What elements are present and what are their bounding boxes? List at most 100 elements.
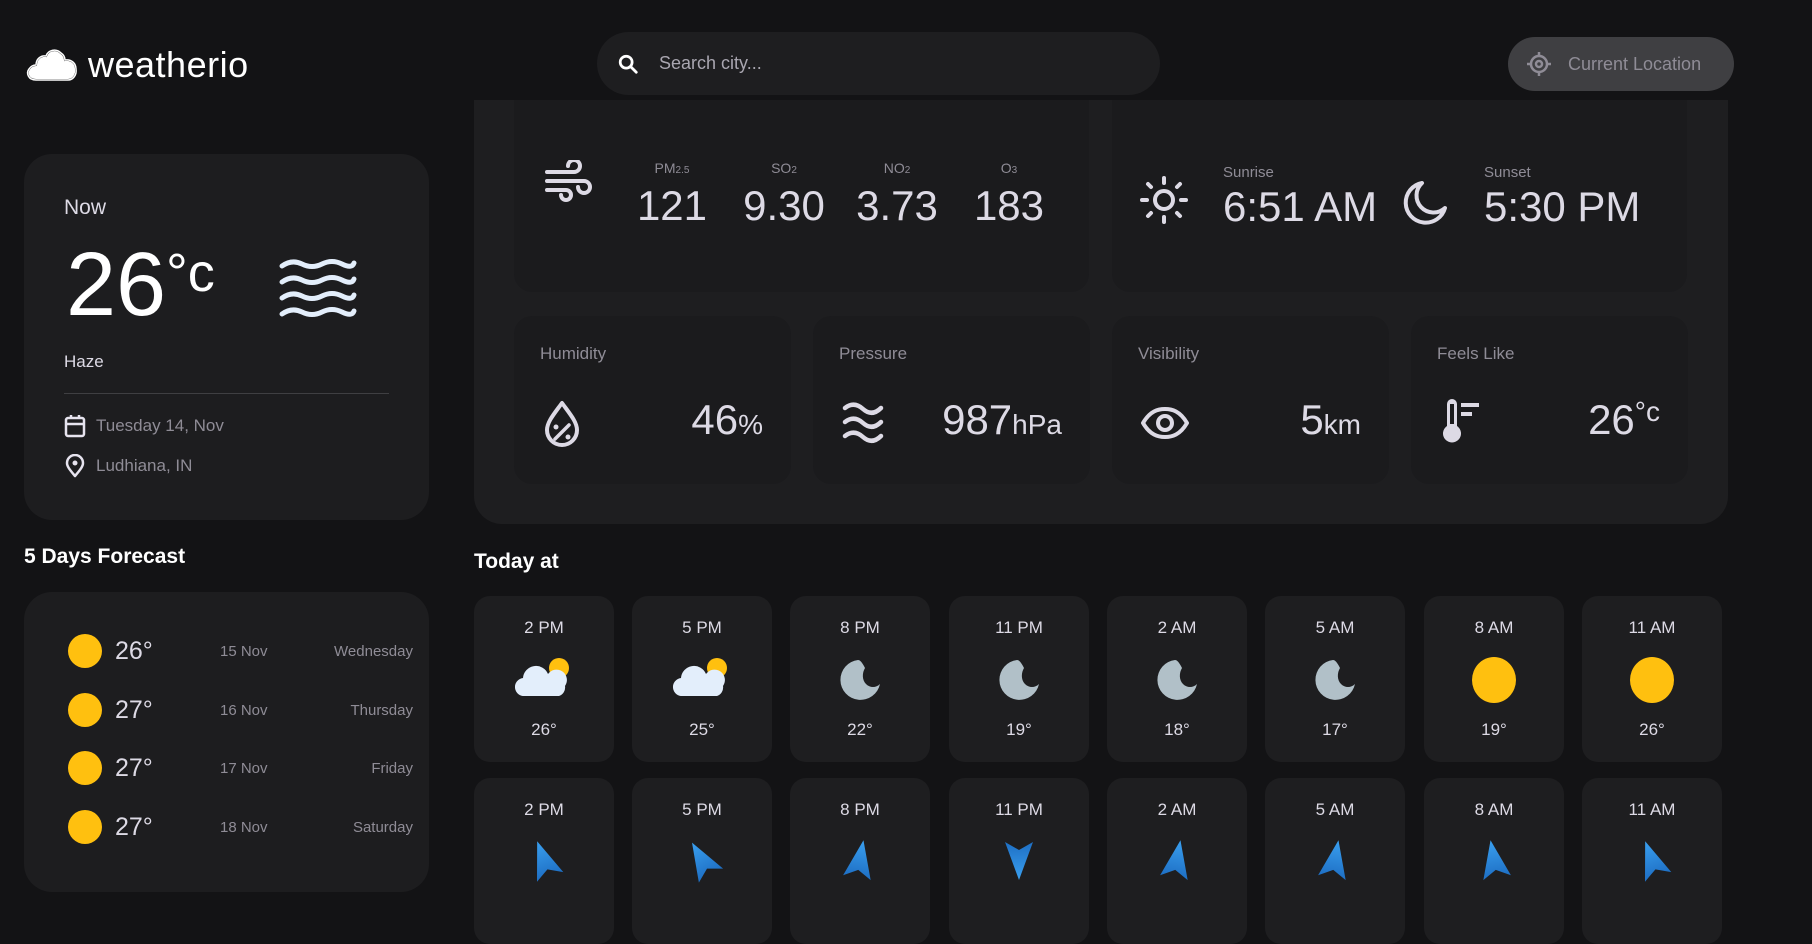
current-location-button[interactable]: Current Location <box>1508 37 1734 91</box>
search-input[interactable] <box>659 53 1119 74</box>
forecast-row: 27° 17 Nov Friday <box>68 748 413 788</box>
hourly-card: 5 AM 17° <box>1265 596 1405 762</box>
visibility-card: Visibility 5km <box>1112 316 1389 484</box>
humidity-label: Humidity <box>540 344 607 363</box>
aq-pm25: PM2.5 121 <box>632 160 712 230</box>
app-name: weatherio <box>88 44 249 85</box>
pressure-waves-icon <box>842 402 884 443</box>
wind-direction-icon <box>474 838 614 882</box>
hour-temp: 19° <box>1006 720 1032 739</box>
date-row: Tuesday 14, Nov <box>64 414 224 438</box>
hourly-card: 5 PM 25° <box>632 596 772 762</box>
sun-icon <box>68 693 102 727</box>
wind-card: 11 PM <box>949 778 1089 944</box>
current-date: Tuesday 14, Nov <box>96 416 224 435</box>
forecast-row: 27° 18 Nov Saturday <box>68 807 413 847</box>
partly-cloudy-icon <box>474 656 614 700</box>
forecast-day: Saturday <box>352 818 413 836</box>
sunrise-time: 6:51 AM <box>1223 183 1378 230</box>
aq-value: 121 <box>636 182 708 229</box>
wind-time: 8 AM <box>1474 800 1514 819</box>
wind-card: 2 AM <box>1107 778 1247 944</box>
hourly-card: 11 PM 19° <box>949 596 1089 762</box>
wind-time: 2 AM <box>1157 800 1197 819</box>
sun-icon <box>68 634 102 668</box>
wind-direction-icon <box>632 838 772 883</box>
wind-direction-icon <box>949 838 1089 882</box>
forecast-row: 26° 15 Nov Wednesday <box>68 631 413 671</box>
wind-card: 8 AM <box>1424 778 1564 944</box>
forecast-title: 5 Days Forecast <box>24 545 186 568</box>
hour-temp: 25° <box>689 720 715 739</box>
sun-icon <box>68 810 102 844</box>
wind-card: 8 PM <box>790 778 930 944</box>
visibility-label: Visibility <box>1138 344 1200 363</box>
forecast-date: 16 Nov <box>220 701 268 719</box>
wind-time: 5 PM <box>682 800 722 819</box>
forecast-temp: 27° <box>115 812 153 841</box>
divider <box>64 393 389 394</box>
hour-time: 8 PM <box>840 618 880 637</box>
search-bar[interactable] <box>597 32 1160 95</box>
sunrise-block: Sunrise 6:51 AM <box>1223 164 1377 231</box>
wind-time: 11 PM <box>995 800 1043 819</box>
hour-temp: 22° <box>847 720 873 739</box>
hour-temp: 26° <box>1639 720 1665 739</box>
aq-value: 9.30 <box>743 182 825 229</box>
forecast-date: 18 Nov <box>220 818 268 836</box>
sunrise-sunset-card: Sunrise 6:51 AM Sunset 5:30 PM <box>1112 100 1687 292</box>
current-temperature: 26 °c <box>66 240 215 330</box>
hour-time: 5 PM <box>682 618 722 637</box>
sun-outline-icon <box>1140 176 1188 224</box>
location-pin-icon <box>65 454 85 478</box>
wind-card: 5 PM <box>632 778 772 944</box>
aq-so2: SO2 9.30 <box>739 160 829 230</box>
hour-time: 11 AM <box>1628 618 1676 637</box>
wind-time: 5 AM <box>1315 800 1355 819</box>
hourly-card: 2 AM 18° <box>1107 596 1247 762</box>
hourly-card: 8 AM 19° <box>1424 596 1564 762</box>
wind-time: 2 PM <box>524 800 564 819</box>
haze-icon <box>278 257 358 328</box>
moon-outline-icon <box>1403 181 1447 225</box>
hour-temp: 17° <box>1322 720 1348 739</box>
aq-value: 3.73 <box>856 182 938 229</box>
wind-direction-icon <box>790 838 930 882</box>
eye-icon <box>1141 407 1189 439</box>
forecast-temp: 26° <box>115 636 153 665</box>
calendar-icon <box>64 415 86 438</box>
feels-like-label: Feels Like <box>1437 344 1515 363</box>
partly-cloudy-icon <box>632 656 772 700</box>
wind-time: 8 PM <box>840 800 880 819</box>
gps-target-icon <box>1527 52 1551 76</box>
visibility-value: 5km <box>1300 396 1361 443</box>
logo[interactable]: weatherio <box>24 44 249 86</box>
highlights-panel: PM2.5 121 SO2 9.30 NO2 3.73 O3 183 Sunri… <box>474 100 1728 524</box>
hour-time: 11 PM <box>995 618 1043 637</box>
hourly-card: 2 PM 26° <box>474 596 614 762</box>
air-quality-card: PM2.5 121 SO2 9.30 NO2 3.73 O3 183 <box>514 100 1089 292</box>
hour-time: 8 AM <box>1474 618 1514 637</box>
temperature-value: 26 <box>66 235 167 335</box>
weather-condition: Haze <box>64 352 104 371</box>
pressure-value: 987hPa <box>942 396 1062 443</box>
cloud-logo-icon <box>26 49 78 81</box>
hourly-card: 8 PM 22° <box>790 596 930 762</box>
feels-like-card: Feels Like 26°c <box>1411 316 1688 484</box>
wind-time: 11 AM <box>1628 800 1676 819</box>
moon-icon <box>790 656 930 704</box>
wind-direction-icon <box>1107 838 1247 882</box>
pressure-card: Pressure 987hPa <box>813 316 1090 484</box>
wind-card: 2 PM <box>474 778 614 944</box>
wind-icon <box>545 160 592 202</box>
current-location-label: Current Location <box>1568 53 1702 74</box>
location-row: Ludhiana, IN <box>64 454 192 478</box>
hour-temp: 19° <box>1481 720 1507 739</box>
sunset-time: 5:30 PM <box>1484 183 1641 230</box>
search-icon <box>618 54 638 74</box>
hour-time: 2 AM <box>1157 618 1197 637</box>
forecast-temp: 27° <box>115 695 153 724</box>
aq-no2: NO2 3.73 <box>852 160 942 230</box>
aq-value: 183 <box>973 182 1045 229</box>
forecast-temp: 27° <box>115 753 153 782</box>
